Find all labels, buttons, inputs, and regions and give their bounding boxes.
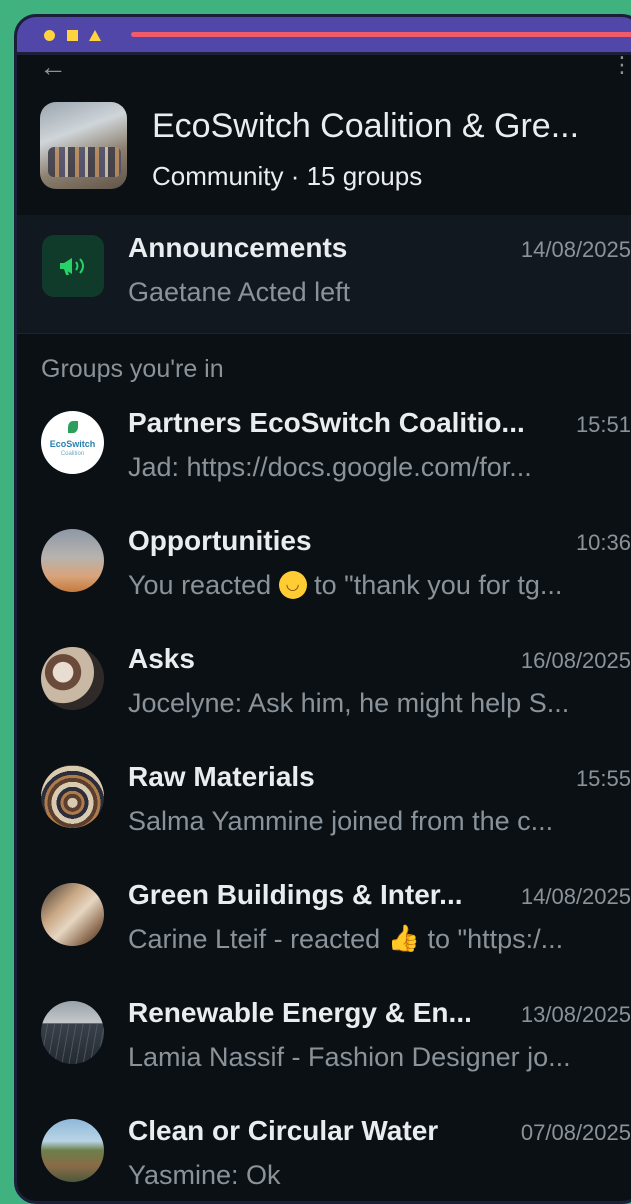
group-row-raw-materials[interactable]: Raw Materials 15:55 Salma Yammine joined…	[17, 751, 631, 869]
community-header: ← ⋮ EcoSwitch Coalition & Gre... Communi…	[17, 53, 631, 215]
group-last-message: You reacted ◡ to "thank you for tg...	[128, 570, 608, 601]
groups-section-label: Groups you're in	[41, 355, 224, 383]
group-last-message: Jocelyne: Ask him, he might help S...	[128, 688, 570, 718]
group-row-partners[interactable]: EcoSwitch Coalition Partners EcoSwitch C…	[17, 397, 631, 515]
leaf-icon	[68, 421, 78, 433]
group-time: 14/08/2025	[520, 884, 631, 909]
group-avatar	[41, 1119, 104, 1182]
group-title: Raw Materials	[128, 761, 315, 792]
window-title-bar	[17, 17, 631, 55]
announcements-title: Announcements	[128, 232, 348, 263]
announcements-time: 14/08/2025	[520, 237, 631, 262]
solar-panels-graphic	[41, 1024, 104, 1064]
announcements-message: Gaetane Acted left	[128, 277, 351, 307]
message-suffix: to "thank you for tg...	[314, 570, 563, 600]
group-title: Green Buildings & Inter...	[128, 879, 463, 910]
group-row-renewable-energy[interactable]: Renewable Energy & En... 13/08/2025 Lami…	[17, 987, 631, 1105]
group-photo-figures	[48, 147, 121, 177]
eco-logo-subtext: Coalition	[60, 451, 85, 457]
group-row-opportunities[interactable]: Opportunities 10:36 You reacted ◡ to "th…	[17, 515, 631, 633]
more-options-icon[interactable]: ⋮	[611, 53, 631, 77]
group-title: Asks	[128, 643, 195, 674]
announcements-row[interactable]: Announcements 14/08/2025 Gaetane Acted l…	[17, 215, 631, 334]
group-title: Opportunities	[128, 525, 312, 556]
group-title: Clean or Circular Water	[128, 1115, 439, 1146]
eco-logo-text: EcoSwitch	[49, 439, 96, 449]
group-title: Renewable Energy & En...	[128, 997, 472, 1028]
group-time: 13/08/2025	[520, 1002, 631, 1027]
message-prefix: Carine Lteif - reacted	[128, 924, 381, 954]
triangle-decoration-icon	[89, 30, 101, 41]
community-subtitle: Community · 15 groups	[152, 161, 423, 191]
group-row-green-buildings[interactable]: Green Buildings & Inter... 14/08/2025 Ca…	[17, 869, 631, 987]
megaphone-icon	[42, 235, 104, 297]
circle-decoration-icon	[44, 30, 55, 41]
group-last-message: Carine Lteif - reacted 👍 to "https:/...	[128, 924, 608, 956]
group-row-clean-water[interactable]: Clean or Circular Water 07/08/2025 Yasmi…	[17, 1105, 631, 1201]
group-last-message: Lamia Nassif - Fashion Designer jo...	[128, 1042, 571, 1072]
group-title: Partners EcoSwitch Coalitio...	[128, 407, 525, 438]
group-avatar	[41, 647, 104, 710]
group-avatar	[41, 529, 104, 592]
square-decoration-icon	[67, 30, 78, 41]
group-avatar	[41, 765, 104, 828]
community-name[interactable]: EcoSwitch Coalition & Gre...	[152, 107, 627, 146]
group-last-message: Yasmine: Ok	[128, 1160, 281, 1190]
community-avatar[interactable]	[40, 102, 127, 189]
group-time: 15:51	[575, 412, 631, 437]
group-time: 07/08/2025	[520, 1120, 631, 1145]
smile-emoji-icon: ◡	[278, 570, 307, 599]
ecoswitch-logo-avatar: EcoSwitch Coalition	[41, 411, 104, 474]
group-last-message: Salma Yammine joined from the c...	[128, 806, 554, 836]
back-arrow-icon[interactable]: ←	[39, 53, 67, 81]
group-time: 15:55	[575, 766, 631, 791]
group-time: 16/08/2025	[520, 648, 631, 673]
group-avatar	[41, 1001, 104, 1064]
group-row-asks[interactable]: Asks 16/08/2025 Jocelyne: Ask him, he mi…	[17, 633, 631, 751]
group-last-message: Jad: https://docs.google.com/for...	[128, 452, 532, 482]
thumbs-up-emoji-icon: 👍	[387, 924, 421, 954]
title-bar-stripe	[131, 32, 631, 37]
phone-frame: ← ⋮ EcoSwitch Coalition & Gre... Communi…	[14, 14, 631, 1204]
message-prefix: You reacted	[128, 570, 272, 600]
group-time: 10:36	[575, 530, 631, 555]
message-suffix: to "https:/...	[427, 924, 564, 954]
group-avatar	[41, 883, 104, 946]
